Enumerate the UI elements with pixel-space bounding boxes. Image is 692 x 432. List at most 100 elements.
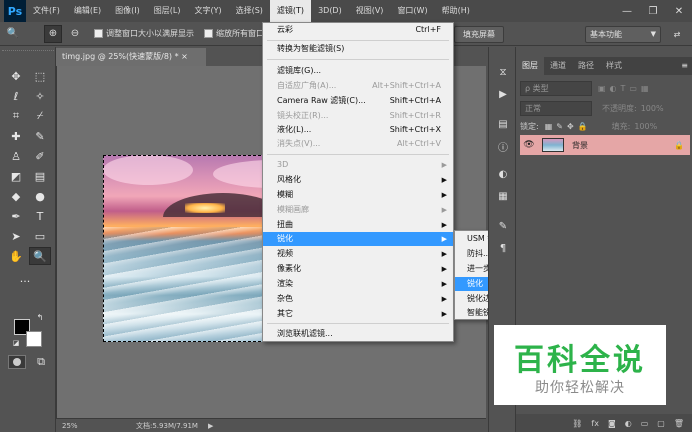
brush-tool-icon[interactable]: ✎ [29, 127, 51, 145]
zoom-out-icon[interactable]: ⊖ [66, 25, 84, 43]
workspace-switcher-icon[interactable]: ⇄ [668, 26, 686, 43]
panel-menu-icon[interactable]: ≡ [681, 61, 688, 70]
crop-tool-icon[interactable]: ⌗ [5, 107, 27, 125]
blur-tool-icon[interactable]: ◆ [5, 187, 27, 205]
menu-item-filter-gallery[interactable]: 滤镜库(G)... [263, 64, 453, 78]
fx-icon[interactable]: fx [591, 419, 599, 428]
menu-item-browse-online-filters[interactable]: 浏览联机滤镜... [263, 327, 453, 341]
background-color-swatch[interactable] [26, 331, 42, 347]
menu-item-sharpen[interactable]: 锐化 ▶ [263, 232, 453, 246]
zoom-level[interactable]: 25% [56, 422, 96, 430]
menu-type[interactable]: 文字(Y) [187, 0, 228, 22]
clone-stamp-tool-icon[interactable]: ♙ [5, 147, 27, 165]
layer-row-background[interactable]: 👁 背景 🔒 [520, 135, 690, 155]
menu-3d[interactable]: 3D(D) [311, 0, 349, 22]
menu-item-noise[interactable]: 杂色 ▶ [263, 292, 453, 306]
magic-wand-tool-icon[interactable]: ✧ [29, 87, 51, 105]
eyedropper-tool-icon[interactable]: ⌿ [29, 107, 51, 125]
brush-panel-icon[interactable]: ✎ [494, 217, 512, 235]
lasso-tool-icon[interactable]: ℓ [5, 87, 27, 105]
menu-item-blur-gallery[interactable]: 模糊画廊 ▶ [263, 203, 453, 217]
menu-item-distort[interactable]: 扭曲 ▶ [263, 218, 453, 232]
menu-item-render[interactable]: 渲染 ▶ [263, 277, 453, 291]
blend-mode-select[interactable]: 正常 [520, 101, 592, 116]
workspace-select[interactable]: 基本功能 ▼ [585, 26, 661, 43]
info-panel-icon[interactable]: ⓘ [494, 137, 512, 155]
adjustment-layer-icon[interactable]: ◐ [625, 419, 632, 428]
default-colors-icon[interactable]: ◪ [10, 337, 22, 349]
healing-brush-tool-icon[interactable]: ✚ [5, 127, 27, 145]
pen-tool-icon[interactable]: ✒ [5, 207, 27, 225]
opacity-value[interactable]: 100% [641, 104, 664, 113]
shape-tool-icon[interactable]: ▭ [29, 227, 51, 245]
tab-paths[interactable]: 路径 [572, 57, 600, 75]
menu-edit[interactable]: 编辑(E) [67, 0, 108, 22]
toolbar-grip[interactable] [2, 50, 54, 55]
menu-item-vanishing-point[interactable]: 消失点(V)... Alt+Ctrl+V [263, 137, 453, 151]
menu-help[interactable]: 帮助(H) [435, 0, 477, 22]
link-layers-icon[interactable]: ⛓ [572, 419, 582, 428]
tab-layers[interactable]: 图层 [516, 57, 544, 75]
menu-item-lens-correction[interactable]: 镜头校正(R)... Shift+Ctrl+R [263, 109, 453, 123]
quick-mask-icon[interactable] [8, 355, 26, 369]
actions-panel-icon[interactable]: ▶ [494, 85, 512, 103]
color-panel-icon[interactable]: ◐ [494, 165, 512, 183]
eraser-tool-icon[interactable]: ◩ [5, 167, 27, 185]
menu-view[interactable]: 视图(V) [349, 0, 391, 22]
history-brush-tool-icon[interactable]: ✐ [29, 147, 51, 165]
menu-window[interactable]: 窗口(W) [390, 0, 434, 22]
filter-icons[interactable]: ▣◐T▭▦ [598, 84, 653, 93]
more-tools-icon[interactable]: ··· [14, 272, 36, 290]
menu-item-liquify[interactable]: 液化(L)... Shift+Ctrl+X [263, 123, 453, 137]
add-mask-icon[interactable]: ◙ [608, 419, 616, 428]
lock-icons[interactable]: ▦✎✥🔒 [545, 122, 592, 131]
paragraph-panel-icon[interactable]: ¶ [494, 239, 512, 257]
dodge-tool-icon[interactable]: ● [29, 187, 51, 205]
type-tool-icon[interactable]: T [29, 207, 51, 225]
new-group-icon[interactable]: ▭ [641, 419, 649, 428]
zoom-tool-icon[interactable]: 🔍 [29, 247, 51, 265]
swatches-panel-icon[interactable]: ▦ [494, 187, 512, 205]
properties-panel-icon[interactable]: ▤ [494, 115, 512, 133]
fill-screen-button[interactable]: 填充屏幕 [454, 26, 504, 43]
delete-layer-icon[interactable]: 🗑 [674, 419, 684, 428]
menu-item-video[interactable]: 视频 ▶ [263, 247, 453, 261]
path-selection-tool-icon[interactable]: ➤ [5, 227, 27, 245]
status-menu-icon[interactable]: ▶ [208, 422, 213, 430]
menu-item-pixelate[interactable]: 像素化 ▶ [263, 262, 453, 276]
menu-filter[interactable]: 滤镜(T) [269, 0, 312, 22]
menu-item-adaptive-wide-angle[interactable]: 自适应广角(A)... Alt+Shift+Ctrl+A [263, 79, 453, 93]
history-panel-icon[interactable]: ⧖ [494, 63, 512, 81]
menu-file[interactable]: 文件(F) [26, 0, 67, 22]
tab-styles[interactable]: 样式 [600, 57, 628, 75]
fill-value[interactable]: 100% [634, 122, 657, 131]
tab-channels[interactable]: 通道 [544, 57, 572, 75]
menu-item-clouds[interactable]: 云彩 Ctrl+F [263, 23, 453, 37]
swap-colors-icon[interactable]: ↰ [34, 311, 46, 323]
screen-mode-icon[interactable]: ⧉ [30, 353, 52, 371]
minimize-button[interactable]: — [614, 0, 640, 22]
eye-icon[interactable]: 👁 [520, 140, 538, 150]
menu-item-3d[interactable]: 3D ▶ [263, 158, 453, 172]
menu-select[interactable]: 选择(S) [229, 0, 270, 22]
menu-item-blur[interactable]: 模糊 ▶ [263, 188, 453, 202]
gradient-tool-icon[interactable]: ▤ [29, 167, 51, 185]
zoom-all-windows-checkbox[interactable] [204, 29, 213, 38]
resize-windows-checkbox[interactable] [94, 29, 103, 38]
zoom-tool-preset-icon[interactable]: 🔍 [4, 25, 22, 43]
menu-item-convert-smart-filters[interactable]: 转换为智能滤镜(S) [263, 42, 453, 56]
hand-tool-icon[interactable]: ✋ [5, 247, 27, 265]
menu-item-camera-raw[interactable]: Camera Raw 滤镜(C)... Shift+Ctrl+A [263, 94, 453, 108]
layer-kind-filter[interactable]: ρ 类型 [520, 81, 592, 96]
new-layer-icon[interactable]: ▢ [657, 419, 665, 428]
zoom-in-icon[interactable]: ⊕ [44, 24, 62, 43]
move-tool-icon[interactable]: ✥ [5, 67, 27, 85]
document-tab[interactable]: timg.jpg @ 25%(快速蒙版/8) * × [56, 48, 206, 66]
menu-item-other[interactable]: 其它 ▶ [263, 307, 453, 321]
marquee-tool-icon[interactable]: ⬚ [29, 67, 51, 85]
menu-layer[interactable]: 图层(L) [147, 0, 188, 22]
menu-image[interactable]: 图像(I) [108, 0, 147, 22]
menu-item-stylize[interactable]: 风格化 ▶ [263, 173, 453, 187]
restore-button[interactable]: ❐ [640, 0, 666, 22]
close-button[interactable]: ✕ [666, 0, 692, 22]
